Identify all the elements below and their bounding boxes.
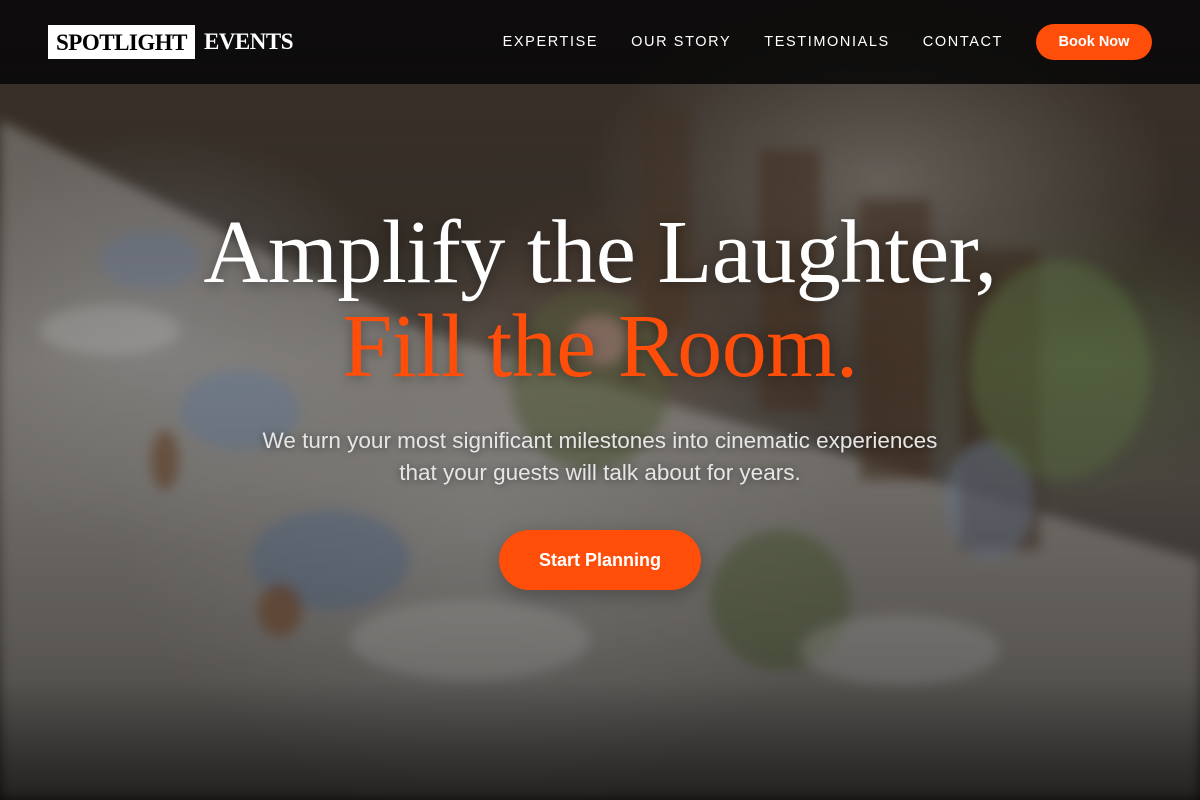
nav-link-contact[interactable]: CONTACT xyxy=(923,34,1003,50)
brand-logo[interactable]: SPOTLIGHT EVENTS xyxy=(48,25,294,59)
hero-heading-line2: Fill the Room. xyxy=(342,297,858,396)
nav-links: EXPERTISE OUR STORY TESTIMONIALS CONTACT xyxy=(503,34,1036,50)
book-now-button[interactable]: Book Now xyxy=(1036,24,1152,60)
nav-link-expertise[interactable]: EXPERTISE xyxy=(503,34,599,50)
nav-link-our-story[interactable]: OUR STORY xyxy=(631,34,731,50)
site-header: SPOTLIGHT EVENTS EXPERTISE OUR STORY TES… xyxy=(0,0,1200,84)
logo-box-text: SPOTLIGHT xyxy=(48,25,195,59)
nav-link-testimonials[interactable]: TESTIMONIALS xyxy=(764,34,890,50)
start-planning-button[interactable]: Start Planning xyxy=(499,530,701,590)
logo-rest-text: EVENTS xyxy=(203,29,294,54)
hero-subtitle: We turn your most significant milestones… xyxy=(262,428,938,485)
hero-heading-line1: Amplify the Laughter, xyxy=(203,203,997,302)
main-nav: EXPERTISE OUR STORY TESTIMONIALS CONTACT… xyxy=(503,24,1152,60)
hero-section: Amplify the Laughter, Fill the Room. We … xyxy=(0,0,1200,800)
hero-heading: Amplify the Laughter, Fill the Room. xyxy=(0,206,1200,394)
